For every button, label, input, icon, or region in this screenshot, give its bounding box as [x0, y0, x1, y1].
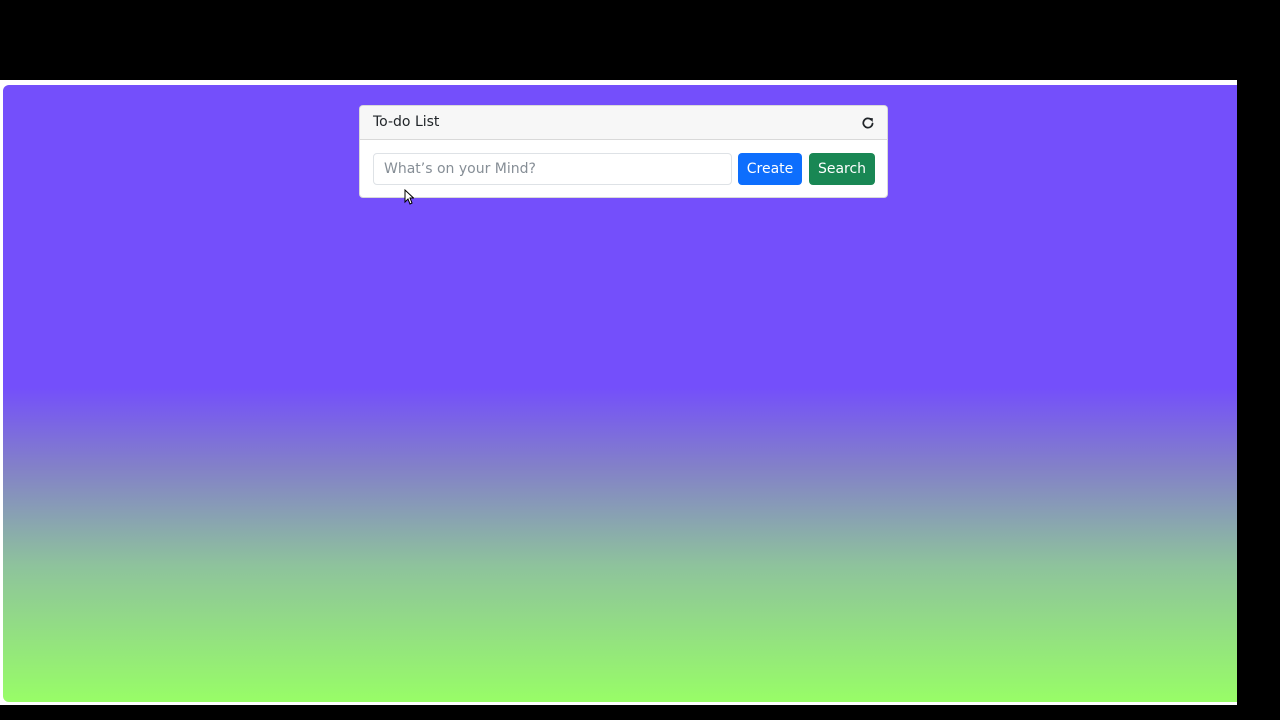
refresh-icon[interactable]	[861, 115, 875, 129]
todo-card: To-do List Create Search	[359, 105, 888, 198]
todo-input[interactable]	[373, 153, 732, 185]
top-black-bar	[0, 0, 1280, 80]
create-button[interactable]: Create	[738, 153, 802, 185]
search-button[interactable]: Search	[809, 153, 875, 185]
card-title: To-do List	[373, 114, 440, 130]
right-black-strip	[1237, 80, 1280, 720]
bottom-black-strip	[0, 705, 1280, 720]
card-header: To-do List	[360, 106, 887, 140]
